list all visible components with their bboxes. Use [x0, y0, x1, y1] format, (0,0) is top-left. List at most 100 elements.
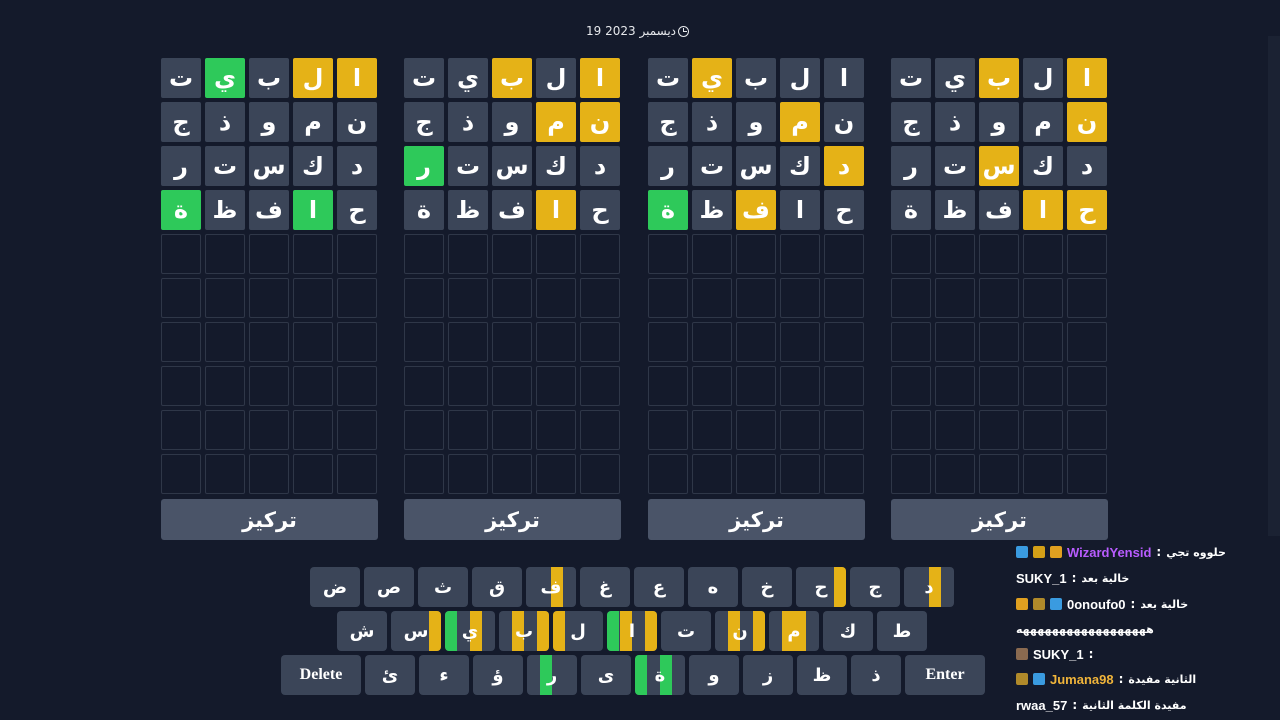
key[interactable]: ي — [445, 611, 495, 651]
empty-tile — [780, 366, 820, 406]
empty-tile — [1067, 322, 1107, 362]
key[interactable]: ة — [635, 655, 685, 695]
empty-tile — [337, 454, 377, 494]
empty-tile — [448, 322, 488, 362]
guess-tile: ر — [648, 146, 688, 186]
empty-tile — [205, 234, 245, 274]
key[interactable]: ح — [796, 567, 846, 607]
empty-tile — [161, 322, 201, 362]
empty-tile — [824, 410, 864, 450]
key[interactable]: ر — [527, 655, 577, 695]
empty-tile — [293, 278, 333, 318]
key[interactable]: خ — [742, 567, 792, 607]
key[interactable]: ص — [364, 567, 414, 607]
key[interactable]: ق — [472, 567, 522, 607]
chat-username[interactable]: SUKY_1 — [1016, 571, 1067, 586]
focus-button-board-2[interactable]: تركيز — [404, 499, 621, 540]
key[interactable]: غ — [580, 567, 630, 607]
chat-username[interactable]: 0onoufo0 — [1067, 597, 1126, 612]
key-label: ص — [376, 576, 402, 598]
guess-tile: ة — [891, 190, 931, 230]
board-grid: تيبلاجذومنرتسكدةظفاح — [161, 58, 379, 494]
chat-username[interactable]: rwaa_57 — [1016, 698, 1067, 713]
guess-tile: ذ — [205, 102, 245, 142]
key[interactable]: س — [391, 611, 441, 651]
empty-tile — [736, 410, 776, 450]
guess-tile: ب — [736, 58, 776, 98]
guess-tile: ف — [736, 190, 776, 230]
guess-tile: ك — [293, 146, 333, 186]
key-label: و — [708, 664, 720, 686]
empty-tile — [448, 366, 488, 406]
guess-tile: ة — [161, 190, 201, 230]
guess-tile: ا — [580, 58, 620, 98]
key-label: ض — [322, 576, 348, 598]
empty-tile — [161, 366, 201, 406]
key[interactable]: ش — [337, 611, 387, 651]
key[interactable]: ذ — [851, 655, 901, 695]
focus-button-board-4[interactable]: تركيز — [891, 499, 1108, 540]
chat-username[interactable]: SUKY_1 — [1033, 647, 1084, 662]
guess-tile: ا — [1067, 58, 1107, 98]
key[interactable]: م — [769, 611, 819, 651]
key[interactable]: ز — [743, 655, 793, 695]
key-label: ي — [461, 620, 479, 642]
key-label: س — [403, 620, 429, 642]
empty-tile — [580, 454, 620, 494]
key-label: ع — [652, 576, 666, 598]
guess-tile: ك — [780, 146, 820, 186]
key[interactable]: ث — [418, 567, 468, 607]
guess-tile: ة — [648, 190, 688, 230]
board-4-marker — [833, 567, 846, 607]
focus-button-board-1[interactable]: تركيز — [161, 499, 378, 540]
key-label: ح — [814, 576, 828, 598]
key[interactable]: ع — [634, 567, 684, 607]
key[interactable]: و — [689, 655, 739, 695]
key[interactable]: ت — [661, 611, 711, 651]
empty-tile — [492, 322, 532, 362]
guess-tile: ا — [293, 190, 333, 230]
key[interactable]: ؤ — [473, 655, 523, 695]
guess-tile: و — [492, 102, 532, 142]
board-1-marker — [553, 611, 565, 651]
empty-tile — [891, 234, 931, 274]
key[interactable]: ل — [553, 611, 603, 651]
board-1-marker — [607, 611, 619, 651]
guess-tile: ذ — [448, 102, 488, 142]
key[interactable]: ب — [499, 611, 549, 651]
enter-key[interactable]: Enter — [905, 655, 985, 695]
empty-tile — [979, 454, 1019, 494]
chat-text: مفيدة الكلمة الثانية — [1082, 698, 1187, 712]
key[interactable]: ئ — [365, 655, 415, 695]
key[interactable]: ى — [581, 655, 631, 695]
delete-key[interactable]: Delete — [281, 655, 361, 695]
chat-separator: : — [1156, 545, 1162, 559]
key[interactable]: ظ — [797, 655, 847, 695]
key[interactable]: ف — [526, 567, 576, 607]
chat-message: خالية بعد:0onoufo0 — [1016, 593, 1188, 615]
badge-icon — [1016, 673, 1028, 685]
empty-tile — [1067, 278, 1107, 318]
empty-tile — [736, 322, 776, 362]
key[interactable]: ا — [607, 611, 657, 651]
scrollbar[interactable] — [1268, 36, 1280, 536]
chat-username[interactable]: Jumana98 — [1050, 672, 1114, 687]
focus-button-board-3[interactable]: تركيز — [648, 499, 865, 540]
key[interactable]: ن — [715, 611, 765, 651]
key-label: ز — [762, 664, 774, 686]
chat-message: مفيدة الكلمة الثانية: rwaa_57 — [1016, 694, 1187, 716]
key[interactable]: ط — [877, 611, 927, 651]
guess-tile: ت — [205, 146, 245, 186]
key[interactable]: ك — [823, 611, 873, 651]
guess-tile: ج — [161, 102, 201, 142]
empty-tile — [692, 410, 732, 450]
key[interactable]: ج — [850, 567, 900, 607]
guess-tile: ا — [536, 190, 576, 230]
empty-tile — [1067, 366, 1107, 406]
key[interactable]: ه — [688, 567, 738, 607]
key[interactable]: د — [904, 567, 954, 607]
empty-tile — [935, 278, 975, 318]
key[interactable]: ء — [419, 655, 469, 695]
chat-username[interactable]: WizardYensid — [1067, 545, 1151, 560]
key[interactable]: ض — [310, 567, 360, 607]
